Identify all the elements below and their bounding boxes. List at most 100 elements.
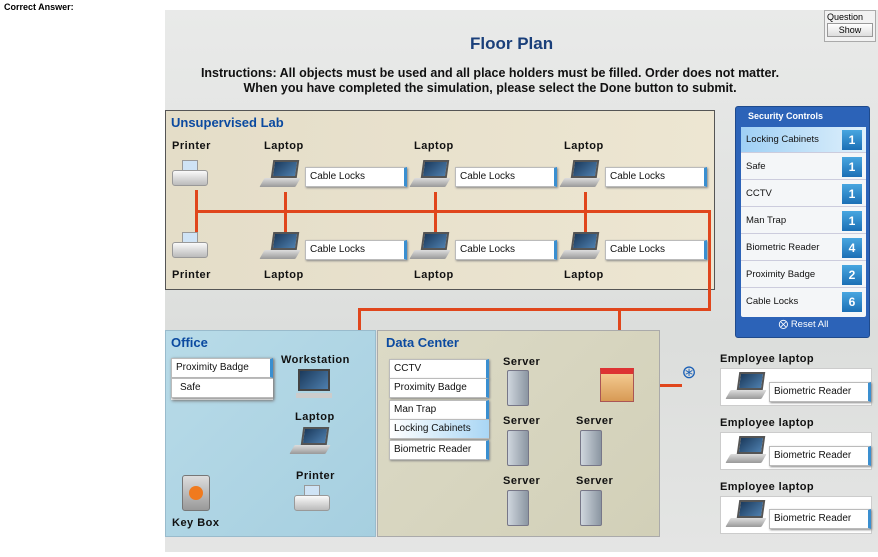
- server-icon: [580, 490, 602, 526]
- control-count: 2: [842, 265, 862, 285]
- employee-laptop-label: Employee laptop: [720, 417, 815, 429]
- server-label: Server: [503, 475, 541, 487]
- laptop-label: Laptop: [264, 140, 304, 152]
- office-slot-group: Proximity Badge Safe: [171, 358, 273, 400]
- laptop-icon: [725, 500, 768, 530]
- cctv-slot[interactable]: CCTV: [389, 359, 489, 379]
- panel-title: Security Controls: [748, 111, 824, 121]
- server-label: Server: [576, 475, 614, 487]
- security-controls-panel: Security Controls Locking Cabinets 1 Safe…: [735, 106, 870, 338]
- network-wire: [284, 192, 287, 232]
- laptop-label: Laptop: [264, 269, 304, 281]
- room-label: Data Center: [386, 335, 459, 350]
- key-box-label: Key Box: [172, 517, 220, 529]
- cable-lock-slot[interactable]: Cable Locks: [455, 240, 557, 260]
- laptop-label: Laptop: [414, 140, 454, 152]
- laptop-icon: [259, 232, 302, 262]
- cable-lock-slot[interactable]: Cable Locks: [605, 167, 707, 187]
- safe-slot[interactable]: Safe: [171, 378, 273, 398]
- control-proximity-badge[interactable]: Proximity Badge 2: [741, 262, 866, 288]
- control-man-trap[interactable]: Man Trap 1: [741, 208, 866, 234]
- biometric-reader-slot[interactable]: Biometric Reader: [769, 382, 871, 402]
- correct-answer-label: Correct Answer:: [4, 2, 74, 12]
- printer-label: Printer: [296, 470, 335, 482]
- control-label: Proximity Badge: [746, 269, 816, 280]
- biometric-reader-slot[interactable]: Biometric Reader: [389, 440, 489, 460]
- question-panel: Question Show: [824, 10, 876, 42]
- server-label: Server: [576, 415, 614, 427]
- control-label: Man Trap: [746, 215, 787, 226]
- reset-label: Reset All: [790, 319, 829, 330]
- proximity-badge-slot[interactable]: Proximity Badge: [171, 358, 273, 378]
- laptop-icon: [559, 160, 602, 190]
- instruction-line: When you have completed the simulation, …: [243, 81, 737, 95]
- laptop-label: Laptop: [564, 269, 604, 281]
- control-locking-cabinets[interactable]: Locking Cabinets 1: [741, 127, 866, 153]
- laptop-icon: [409, 160, 452, 190]
- keyboard-icon: [296, 393, 332, 398]
- cable-lock-slot[interactable]: Cable Locks: [455, 167, 557, 187]
- cable-lock-slot[interactable]: Cable Locks: [305, 167, 407, 187]
- network-wire: [708, 210, 711, 310]
- reset-icon: ⨂: [778, 319, 789, 330]
- printer-icon: [292, 485, 332, 515]
- man-trap-slot[interactable]: Man Trap: [389, 400, 489, 420]
- cable-lock-slot[interactable]: Cable Locks: [305, 240, 407, 260]
- locking-cabinets-slot[interactable]: Locking Cabinets: [389, 419, 489, 439]
- control-count: 1: [842, 157, 862, 177]
- network-wire: [434, 192, 437, 232]
- laptop-icon: [289, 427, 332, 457]
- control-label: CCTV: [746, 188, 772, 199]
- control-label: Biometric Reader: [746, 242, 820, 253]
- wireless-access-point-icon: ⊛: [681, 362, 697, 382]
- workstation-label: Workstation: [281, 354, 350, 366]
- laptop-icon: [725, 372, 768, 402]
- key-box-icon: [182, 475, 210, 511]
- question-label: Question: [827, 12, 864, 22]
- printer-label: Printer: [172, 140, 211, 152]
- network-wire: [195, 210, 710, 213]
- firewall-icon: [600, 368, 634, 402]
- show-button[interactable]: Show: [827, 23, 873, 37]
- control-biometric-reader[interactable]: Biometric Reader 4: [741, 235, 866, 261]
- control-label: Cable Locks: [746, 296, 799, 307]
- instructions: Instructions: All objects must be used a…: [175, 66, 805, 96]
- server-icon: [507, 430, 529, 466]
- printer-label: Printer: [172, 269, 211, 281]
- employee-laptop-label: Employee laptop: [720, 353, 815, 365]
- reset-all-button[interactable]: ⨂ Reset All: [736, 319, 871, 330]
- laptop-label: Laptop: [564, 140, 604, 152]
- control-count: 1: [842, 130, 862, 150]
- control-safe[interactable]: Safe 1: [741, 154, 866, 180]
- control-count: 4: [842, 238, 862, 258]
- control-count: 6: [842, 292, 862, 312]
- room-label: Office: [171, 335, 208, 350]
- server-icon: [507, 370, 529, 406]
- workstation-icon: [298, 369, 330, 391]
- page-title: Floor Plan: [470, 34, 554, 53]
- laptop-label: Laptop: [414, 269, 454, 281]
- unsupervised-lab-room: [165, 110, 715, 290]
- control-cctv[interactable]: CCTV 1: [741, 181, 866, 207]
- proximity-badge-slot[interactable]: Proximity Badge: [389, 378, 489, 398]
- cable-lock-slot[interactable]: Cable Locks: [605, 240, 707, 260]
- instruction-line: Instructions: All objects must be used a…: [200, 66, 780, 80]
- laptop-icon: [409, 232, 452, 262]
- server-label: Server: [503, 415, 541, 427]
- printer-icon: [170, 160, 210, 190]
- server-icon: [507, 490, 529, 526]
- laptop-icon: [559, 232, 602, 262]
- control-cable-locks[interactable]: Cable Locks 6: [741, 289, 866, 315]
- biometric-reader-slot[interactable]: Biometric Reader: [769, 509, 871, 529]
- server-icon: [580, 430, 602, 466]
- laptop-icon: [725, 436, 768, 466]
- room-label: Unsupervised Lab: [171, 115, 284, 130]
- network-wire: [584, 192, 587, 232]
- printer-icon: [170, 232, 210, 262]
- biometric-reader-slot[interactable]: Biometric Reader: [769, 446, 871, 466]
- laptop-label: Laptop: [295, 411, 335, 423]
- control-label: Safe: [746, 161, 766, 172]
- control-count: 1: [842, 211, 862, 231]
- employee-laptop-label: Employee laptop: [720, 481, 815, 493]
- server-label: Server: [503, 356, 541, 368]
